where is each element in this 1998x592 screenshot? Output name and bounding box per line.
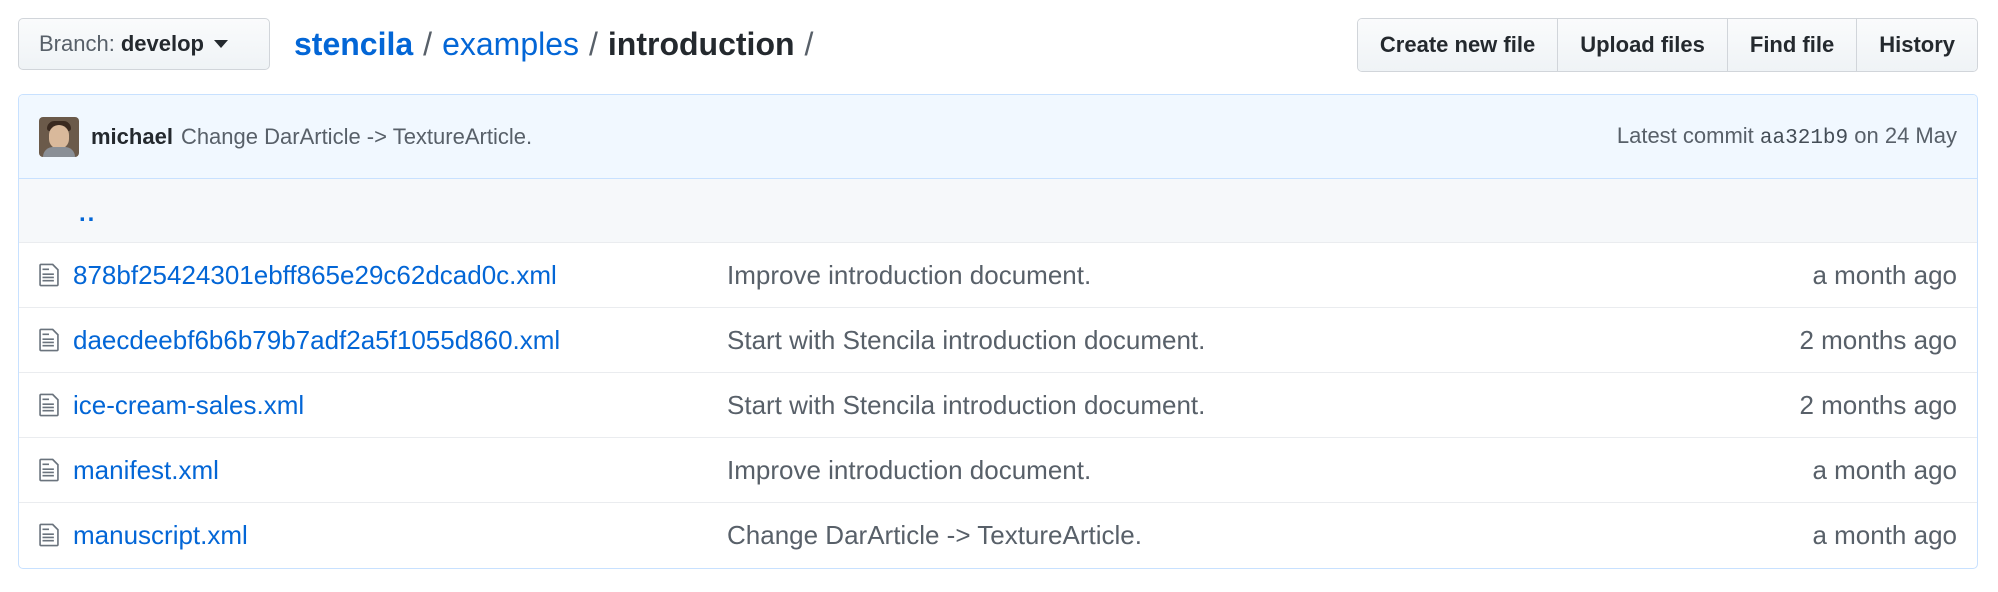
file-icon: [39, 328, 59, 352]
commit-author-link[interactable]: michael: [91, 124, 173, 150]
commit-prefix: Latest commit: [1616, 123, 1754, 148]
file-age: a month ago: [1812, 454, 1957, 485]
file-icon: [39, 523, 59, 547]
history-button[interactable]: History: [1856, 19, 1977, 71]
table-row: 878bf25424301ebff865e29c62dcad0c.xml Imp…: [19, 243, 1977, 308]
branch-label: Branch:: [39, 31, 115, 56]
file-age: a month ago: [1812, 520, 1957, 550]
file-link[interactable]: daecdeebf6b6b79b7adf2a5f1055d860.xml: [73, 325, 560, 356]
file-icon: [39, 263, 59, 287]
commit-sha-link[interactable]: aa321b9: [1760, 127, 1848, 150]
avatar[interactable]: [39, 116, 79, 157]
table-row: manifest.xml Improve introduction docume…: [19, 438, 1977, 503]
breadcrumb-current: introduction: [607, 25, 795, 62]
branch-select-button[interactable]: Branch: develop: [18, 18, 270, 70]
breadcrumb: stencila / examples / introduction /: [294, 22, 823, 66]
file-list: michael Change DarArticle -> TextureArti…: [18, 94, 1978, 569]
file-link[interactable]: 878bf25424301ebff865e29c62dcad0c.xml: [73, 260, 557, 291]
branch-name: develop: [120, 31, 204, 56]
latest-commit-bar: michael Change DarArticle -> TextureArti…: [19, 95, 1977, 179]
breadcrumb-separator: /: [589, 25, 598, 62]
file-link[interactable]: ice-cream-sales.xml: [73, 390, 304, 421]
breadcrumb-separator: /: [804, 25, 814, 62]
breadcrumb-examples-link[interactable]: examples: [442, 26, 579, 63]
parent-directory-link[interactable]: ..: [79, 200, 96, 228]
file-commit-message[interactable]: Improve introduction document.: [727, 455, 1091, 486]
file-link[interactable]: manuscript.xml: [73, 520, 248, 551]
commit-meta: Latest commit aa321b9 on 24 May: [1617, 123, 1957, 150]
file-age: a month ago: [1812, 259, 1957, 290]
file-commit-message[interactable]: Change DarArticle -> TextureArticle.: [727, 520, 1142, 551]
file-actions: Create new file Upload files Find file H…: [1356, 18, 1978, 72]
file-icon: [39, 458, 59, 482]
breadcrumb-separator: /: [423, 25, 433, 62]
file-navigation: Branch: develop stencila / examples / in…: [18, 18, 1978, 74]
file-age: 2 months ago: [1799, 389, 1957, 420]
table-row: daecdeebf6b6b79b7adf2a5f1055d860.xml Sta…: [19, 308, 1977, 373]
caret-down-icon: [213, 40, 228, 48]
find-file-button[interactable]: Find file: [1726, 19, 1857, 71]
table-row: manuscript.xml Change DarArticle -> Text…: [19, 503, 1977, 568]
table-row: ice-cream-sales.xml Start with Stencila …: [19, 373, 1977, 438]
upload-files-button[interactable]: Upload files: [1557, 19, 1727, 71]
commit-date: on 24 May: [1854, 123, 1957, 148]
file-icon: [39, 393, 59, 417]
file-link[interactable]: manifest.xml: [73, 455, 219, 486]
file-commit-message[interactable]: Improve introduction document.: [727, 260, 1091, 291]
file-age: 2 months ago: [1799, 324, 1957, 355]
file-commit-message[interactable]: Start with Stencila introduction documen…: [727, 325, 1205, 356]
commit-message-link[interactable]: Change DarArticle -> TextureArticle.: [181, 124, 532, 150]
file-commit-message[interactable]: Start with Stencila introduction documen…: [727, 390, 1205, 421]
parent-directory-row: ..: [19, 179, 1977, 243]
breadcrumb-repo-link[interactable]: stencila: [294, 26, 413, 63]
create-new-file-button[interactable]: Create new file: [1357, 19, 1558, 71]
